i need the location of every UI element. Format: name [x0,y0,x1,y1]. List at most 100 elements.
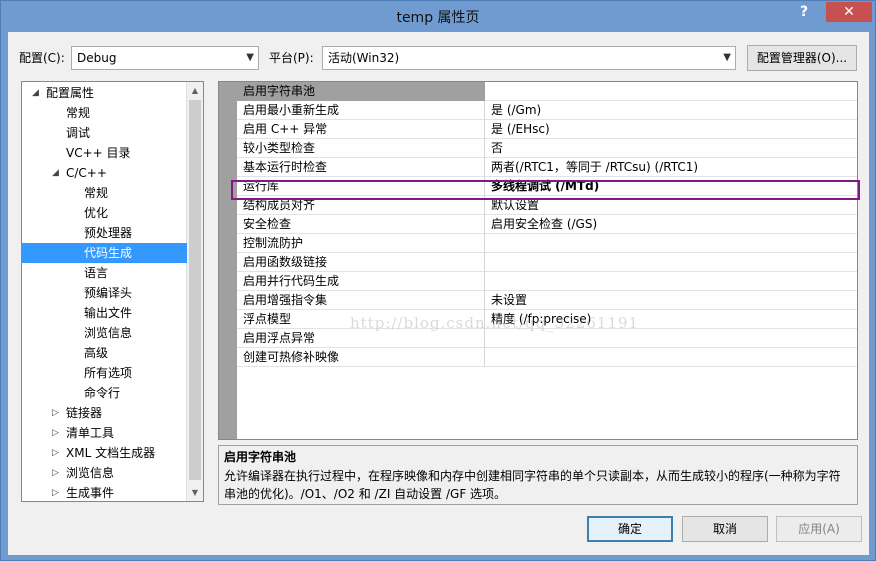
platform-label: 平台(P): [269,51,314,65]
property-row[interactable]: 启用最小重新生成是 (/Gm) [237,101,857,120]
configuration-combo[interactable]: Debug ▼ [71,46,259,70]
tree-item-label: 高级 [84,346,109,360]
tree-item[interactable]: 高级 [22,343,187,363]
property-row[interactable]: 启用 C++ 异常是 (/EHsc) [237,120,857,139]
property-value[interactable] [488,348,857,367]
property-value[interactable]: 否 [488,139,857,158]
tree-item[interactable]: ◢ 配置属性 [22,83,187,103]
title-bar[interactable]: temp 属性页 ? ✕ [1,1,875,33]
configuration-manager-button[interactable]: 配置管理器(O)... [747,45,857,71]
tree-item-label: 输出文件 [84,306,133,320]
tree-item-label: C/C++ [66,166,107,180]
property-name: 安全检查 [237,215,485,234]
expand-arrow-icon[interactable]: ▷ [52,483,59,501]
expand-arrow-icon[interactable]: ▷ [52,423,59,443]
property-row[interactable]: 控制流防护 [237,234,857,253]
dialog-client-area: 配置(C): Debug ▼ 平台(P): 活动(Win32) ▼ 配置管理器(… [8,32,869,555]
tree-item[interactable]: ▷ XML 文档生成器 [22,443,187,463]
property-tree[interactable]: ▲ ▼ ◢ 配置属性 常规 调试 VC++ 目录 ◢ C/C++ 常规 优化 预处理器 代码生成 语言… [21,81,204,502]
help-button[interactable]: ? [793,2,815,22]
collapse-arrow-icon[interactable]: ◢ [52,163,59,183]
property-row[interactable]: 创建可热修补映像 [237,348,857,367]
tree-item[interactable]: 浏览信息 [22,323,187,343]
property-row[interactable]: 安全检查 启用安全检查 (/GS) [237,215,857,234]
tree-item-label: 生成事件 [66,486,115,500]
platform-combo[interactable]: 活动(Win32) ▼ [322,46,736,70]
close-button[interactable]: ✕ [826,2,872,22]
tree-item[interactable]: 代码生成 [22,243,187,263]
property-name: 启用字符串池 [237,82,485,101]
expand-arrow-icon[interactable]: ▷ [52,463,59,483]
tree-item-label: 预编译头 [84,286,133,300]
tree-item-label: 所有选项 [84,366,133,380]
tree-item[interactable]: VC++ 目录 [22,143,187,163]
chevron-down-icon: ▼ [723,52,731,63]
property-row[interactable]: 启用增强指令集 未设置 [237,291,857,310]
property-grid[interactable]: 启用字符串池 启用最小重新生成是 (/Gm) 启用 C++ 异常是 (/EHsc) 较… [218,81,858,440]
tree-item[interactable]: ▷ 清单工具 [22,423,187,443]
property-name: 创建可热修补映像 [237,348,485,367]
property-name: 启用 C++ 异常 [237,120,485,139]
chevron-down-icon: ▼ [246,52,254,63]
tree-item[interactable]: ◢ C/C++ [22,163,187,183]
property-value[interactable]: 两者(/RTC1，等同于 /RTCsu) (/RTC1) [488,158,857,177]
property-name: 启用最小重新生成 [237,101,485,120]
scroll-down-icon[interactable]: ▼ [187,484,203,501]
tree-item[interactable]: 命令行 [22,383,187,403]
tree-item[interactable]: ▷ 浏览信息 [22,463,187,483]
property-value[interactable]: 是 (/Gm) [488,101,857,120]
tree-item-label: 清单工具 [66,426,115,440]
tree-item-label: 链接器 [66,406,103,420]
expand-arrow-icon[interactable]: ▷ [52,443,59,463]
expand-arrow-icon[interactable]: ▷ [52,403,59,423]
tree-item[interactable]: 预编译头 [22,283,187,303]
tree-item-label: VC++ 目录 [66,146,131,160]
tree-item[interactable]: 预处理器 [22,223,187,243]
scroll-up-icon[interactable]: ▲ [187,82,203,99]
cancel-button[interactable]: 取消 [682,516,768,542]
property-name: 控制流防护 [237,234,485,253]
configuration-label: 配置(C): [19,51,65,65]
property-value[interactable] [488,253,857,272]
property-value[interactable]: 是 (/EHsc) [488,120,857,139]
grid-gutter [219,82,237,439]
property-row[interactable]: 启用函数级链接 [237,253,857,272]
window-title: temp 属性页 [396,10,480,26]
tree-item-label: 配置属性 [46,86,95,100]
tree-item[interactable]: ▷ 链接器 [22,403,187,423]
property-value[interactable]: 启用安全检查 (/GS) [488,215,857,234]
property-name: 启用增强指令集 [237,291,485,310]
property-name: 启用并行代码生成 [237,272,485,291]
property-row[interactable]: 基本运行时检查 两者(/RTC1，等同于 /RTCsu) (/RTC1) [237,158,857,177]
property-row[interactable]: 启用字符串池 [237,82,857,101]
property-row[interactable]: 较小类型检查否 [237,139,857,158]
tree-item[interactable]: 优化 [22,203,187,223]
ok-button[interactable]: 确定 [587,516,673,542]
description-text: 允许编译器在执行过程中，在程序映像和内存中创建相同字符串的单个只读副本，从而生成… [224,469,841,501]
property-name: 启用函数级链接 [237,253,485,272]
collapse-arrow-icon[interactable]: ◢ [32,83,39,103]
scroll-thumb[interactable] [189,100,201,480]
tree-item[interactable]: 所有选项 [22,363,187,383]
apply-button[interactable]: 应用(A) [776,516,862,542]
tree-item-label: 浏览信息 [84,326,133,340]
tree-item[interactable]: 输出文件 [22,303,187,323]
tree-item[interactable]: 常规 [22,183,187,203]
tree-scrollbar[interactable]: ▲ ▼ [186,82,203,501]
tree-item-label: 预处理器 [84,226,133,240]
tree-item[interactable]: 调试 [22,123,187,143]
watermark: http://blog.csdn.net/qq_32261191 [350,314,640,332]
tree-item-label: 浏览信息 [66,466,115,480]
property-value[interactable] [488,82,857,101]
property-value[interactable] [488,234,857,253]
tree-item-label: 优化 [84,206,109,220]
tree-item-label: 常规 [84,186,109,200]
property-row[interactable]: 启用并行代码生成 [237,272,857,291]
tree-item-label: 调试 [66,126,91,140]
tree-item[interactable]: 常规 [22,103,187,123]
tree-item[interactable]: 语言 [22,263,187,283]
property-value[interactable] [488,272,857,291]
properties-dialog: temp 属性页 ? ✕ 配置(C): Debug ▼ 平台(P): 活动(Wi… [0,0,876,561]
property-value[interactable]: 未设置 [488,291,857,310]
tree-item[interactable]: ▷ 生成事件 [22,483,187,501]
